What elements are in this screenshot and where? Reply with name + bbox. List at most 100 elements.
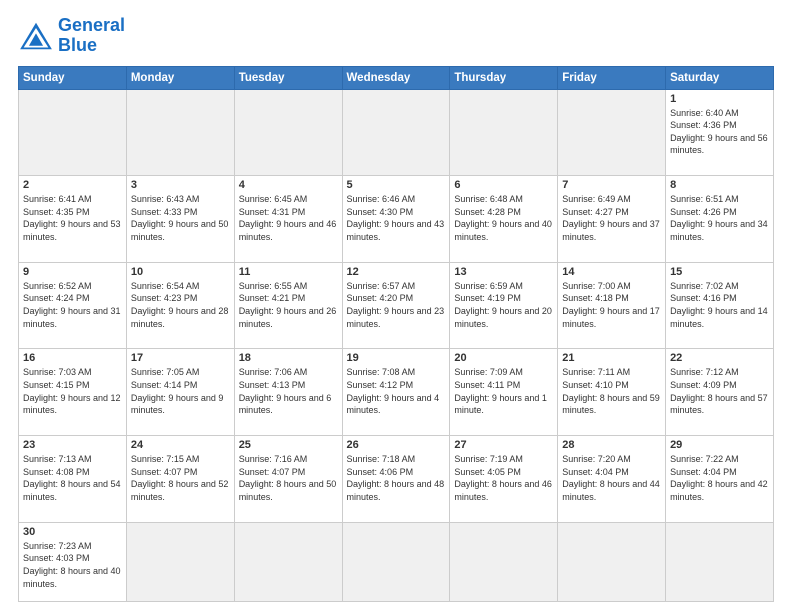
calendar-cell: 18 Sunrise: 7:06 AMSunset: 4:13 PMDayligh…: [234, 349, 342, 436]
calendar-cell: [234, 522, 342, 601]
day-number: 21: [562, 352, 661, 364]
header-tuesday: Tuesday: [234, 66, 342, 89]
day-number: 7: [562, 179, 661, 191]
calendar-cell: [234, 89, 342, 176]
calendar-week-row: 16 Sunrise: 7:03 AMSunset: 4:15 PMDayligh…: [19, 349, 774, 436]
calendar-cell: [558, 522, 666, 601]
calendar-cell: 9Sunrise: 6:52 AMSunset: 4:24 PMDaylight…: [19, 262, 127, 349]
calendar-cell: 6Sunrise: 6:48 AMSunset: 4:28 PMDaylight…: [450, 176, 558, 263]
logo-blue: Blue: [58, 36, 125, 56]
day-info: Sunrise: 6:55 AMSunset: 4:21 PMDaylight:…: [239, 280, 338, 330]
logo-text: GeneralBlue: [58, 16, 125, 56]
day-info: Sunrise: 6:46 AMSunset: 4:30 PMDaylight:…: [347, 193, 446, 243]
calendar-cell: [126, 522, 234, 601]
day-number: 11: [239, 266, 338, 278]
day-info: Sunrise: 6:49 AMSunset: 4:27 PMDaylight:…: [562, 193, 661, 243]
day-info: Sunrise: 6:57 AMSunset: 4:20 PMDaylight:…: [347, 280, 446, 330]
day-number: 29: [670, 439, 769, 451]
day-info: Sunrise: 7:02 AMSunset: 4:16 PMDaylight:…: [670, 280, 769, 330]
calendar-week-row: 1 Sunrise: 6:40 AMSunset: 4:36 PMDaylight…: [19, 89, 774, 176]
day-info: Sunrise: 7:19 AMSunset: 4:05 PMDaylight:…: [454, 453, 553, 503]
calendar-cell: 30Sunrise: 7:23 AMSunset: 4:03 PMDayligh…: [19, 522, 127, 601]
header-wednesday: Wednesday: [342, 66, 450, 89]
day-info: Sunrise: 7:13 AMSunset: 4:08 PMDaylight:…: [23, 453, 122, 503]
day-number: 3: [131, 179, 230, 191]
day-number: 1: [670, 93, 769, 105]
calendar-cell: 19Sunrise: 7:08 AMSunset: 4:12 PMDayligh…: [342, 349, 450, 436]
calendar-week-row: 30Sunrise: 7:23 AMSunset: 4:03 PMDayligh…: [19, 522, 774, 601]
day-info: Sunrise: 6:52 AMSunset: 4:24 PMDaylight:…: [23, 280, 122, 330]
header-sunday: Sunday: [19, 66, 127, 89]
day-number: 16: [23, 352, 122, 364]
calendar-cell: 15 Sunrise: 7:02 AMSunset: 4:16 PMDayligh…: [666, 262, 774, 349]
day-number: 24: [131, 439, 230, 451]
calendar-cell: 3Sunrise: 6:43 AMSunset: 4:33 PMDaylight…: [126, 176, 234, 263]
header-thursday: Thursday: [450, 66, 558, 89]
calendar-week-row: 2Sunrise: 6:41 AMSunset: 4:35 PMDaylight…: [19, 176, 774, 263]
day-number: 23: [23, 439, 122, 451]
day-number: 27: [454, 439, 553, 451]
calendar-cell: 17 Sunrise: 7:05 AMSunset: 4:14 PMDayligh…: [126, 349, 234, 436]
calendar-cell: 7 Sunrise: 6:49 AMSunset: 4:27 PMDaylight…: [558, 176, 666, 263]
header-monday: Monday: [126, 66, 234, 89]
calendar-cell: [666, 522, 774, 601]
calendar-week-row: 23 Sunrise: 7:13 AMSunset: 4:08 PMDayligh…: [19, 436, 774, 523]
calendar-cell: 26 Sunrise: 7:18 AMSunset: 4:06 PMDayligh…: [342, 436, 450, 523]
calendar-cell: [19, 89, 127, 176]
header-saturday: Saturday: [666, 66, 774, 89]
day-info: Sunrise: 6:45 AMSunset: 4:31 PMDaylight:…: [239, 193, 338, 243]
day-info: Sunrise: 6:41 AMSunset: 4:35 PMDaylight:…: [23, 193, 122, 243]
day-number: 20: [454, 352, 553, 364]
header: GeneralBlue: [18, 16, 774, 56]
day-number: 14: [562, 266, 661, 278]
day-info: Sunrise: 7:18 AMSunset: 4:06 PMDaylight:…: [347, 453, 446, 503]
calendar-cell: [450, 522, 558, 601]
day-info: Sunrise: 6:51 AMSunset: 4:26 PMDaylight:…: [670, 193, 769, 243]
calendar-cell: 5Sunrise: 6:46 AMSunset: 4:30 PMDaylight…: [342, 176, 450, 263]
day-number: 13: [454, 266, 553, 278]
calendar-cell: [558, 89, 666, 176]
day-number: 25: [239, 439, 338, 451]
day-info: Sunrise: 6:40 AMSunset: 4:36 PMDaylight:…: [670, 107, 769, 157]
calendar-cell: 27 Sunrise: 7:19 AMSunset: 4:05 PMDayligh…: [450, 436, 558, 523]
day-info: Sunrise: 7:16 AMSunset: 4:07 PMDaylight:…: [239, 453, 338, 503]
calendar-cell: [342, 89, 450, 176]
day-info: Sunrise: 7:15 AMSunset: 4:07 PMDaylight:…: [131, 453, 230, 503]
page: GeneralBlue Sunday Monday Tuesday Wednes…: [0, 0, 792, 612]
logo-icon: [18, 21, 54, 51]
day-number: 28: [562, 439, 661, 451]
weekday-header-row: Sunday Monday Tuesday Wednesday Thursday…: [19, 66, 774, 89]
day-number: 18: [239, 352, 338, 364]
calendar-cell: 12 Sunrise: 6:57 AMSunset: 4:20 PMDayligh…: [342, 262, 450, 349]
calendar-cell: [126, 89, 234, 176]
day-info: Sunrise: 7:12 AMSunset: 4:09 PMDaylight:…: [670, 366, 769, 416]
day-info: Sunrise: 7:20 AMSunset: 4:04 PMDaylight:…: [562, 453, 661, 503]
day-number: 17: [131, 352, 230, 364]
calendar-week-row: 9Sunrise: 6:52 AMSunset: 4:24 PMDaylight…: [19, 262, 774, 349]
day-info: Sunrise: 6:54 AMSunset: 4:23 PMDaylight:…: [131, 280, 230, 330]
calendar-cell: 10 Sunrise: 6:54 AMSunset: 4:23 PMDayligh…: [126, 262, 234, 349]
day-info: Sunrise: 7:11 AMSunset: 4:10 PMDaylight:…: [562, 366, 661, 416]
calendar-cell: 25 Sunrise: 7:16 AMSunset: 4:07 PMDayligh…: [234, 436, 342, 523]
calendar-cell: 21 Sunrise: 7:11 AMSunset: 4:10 PMDayligh…: [558, 349, 666, 436]
day-number: 10: [131, 266, 230, 278]
calendar-cell: 20Sunrise: 7:09 AMSunset: 4:11 PMDayligh…: [450, 349, 558, 436]
day-info: Sunrise: 7:08 AMSunset: 4:12 PMDaylight:…: [347, 366, 446, 416]
calendar-cell: 1 Sunrise: 6:40 AMSunset: 4:36 PMDaylight…: [666, 89, 774, 176]
day-number: 15: [670, 266, 769, 278]
day-info: Sunrise: 6:59 AMSunset: 4:19 PMDaylight:…: [454, 280, 553, 330]
calendar-cell: [342, 522, 450, 601]
calendar-cell: 8Sunrise: 6:51 AMSunset: 4:26 PMDaylight…: [666, 176, 774, 263]
day-info: Sunrise: 7:05 AMSunset: 4:14 PMDaylight:…: [131, 366, 230, 416]
day-number: 30: [23, 526, 122, 538]
calendar-cell: 13 Sunrise: 6:59 AMSunset: 4:19 PMDayligh…: [450, 262, 558, 349]
day-info: Sunrise: 7:06 AMSunset: 4:13 PMDaylight:…: [239, 366, 338, 416]
day-number: 12: [347, 266, 446, 278]
day-info: Sunrise: 7:03 AMSunset: 4:15 PMDaylight:…: [23, 366, 122, 416]
calendar-cell: [450, 89, 558, 176]
day-number: 26: [347, 439, 446, 451]
calendar-cell: 22Sunrise: 7:12 AMSunset: 4:09 PMDayligh…: [666, 349, 774, 436]
header-friday: Friday: [558, 66, 666, 89]
calendar-cell: 14Sunrise: 7:00 AMSunset: 4:18 PMDayligh…: [558, 262, 666, 349]
day-number: 6: [454, 179, 553, 191]
